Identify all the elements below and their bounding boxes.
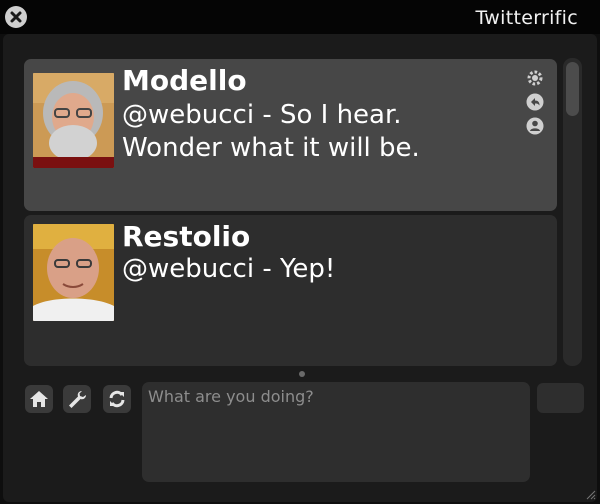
- tweet-author[interactable]: Restolio: [122, 220, 250, 253]
- wrench-icon: [69, 391, 86, 408]
- title-bar: Twitterrific: [0, 0, 600, 34]
- close-button[interactable]: [5, 6, 27, 28]
- tweet-text: @webucci - Yep!: [122, 254, 336, 284]
- user-icon[interactable]: [526, 117, 544, 135]
- refresh-button[interactable]: [103, 385, 131, 413]
- window-title: Twitterrific: [475, 7, 578, 29]
- tweet-author[interactable]: Modello: [122, 64, 247, 97]
- home-icon: [30, 391, 48, 407]
- compose-input[interactable]: [142, 382, 530, 482]
- tweet-list-scrollbar[interactable]: [563, 58, 582, 366]
- avatar[interactable]: [33, 73, 114, 168]
- tweet-actions: [526, 69, 546, 141]
- close-icon: [10, 11, 22, 23]
- splitter-handle[interactable]: [299, 371, 305, 377]
- tweet-text: @webucci - So I hear. Wonder what it wil…: [122, 100, 420, 163]
- refresh-icon: [109, 390, 125, 408]
- settings-button[interactable]: [63, 385, 91, 413]
- home-button[interactable]: [25, 385, 53, 413]
- tweet-item[interactable]: Modello @webucci - So I hear. Wonder wha…: [24, 59, 557, 211]
- gear-icon[interactable]: [526, 69, 544, 87]
- resize-grip-icon[interactable]: [584, 488, 596, 500]
- scroll-thumb[interactable]: [566, 62, 579, 116]
- post-button[interactable]: [537, 383, 584, 413]
- reply-icon[interactable]: [526, 93, 544, 111]
- avatar[interactable]: [33, 224, 114, 321]
- tweet-item[interactable]: Restolio @webucci - Yep!: [24, 215, 557, 366]
